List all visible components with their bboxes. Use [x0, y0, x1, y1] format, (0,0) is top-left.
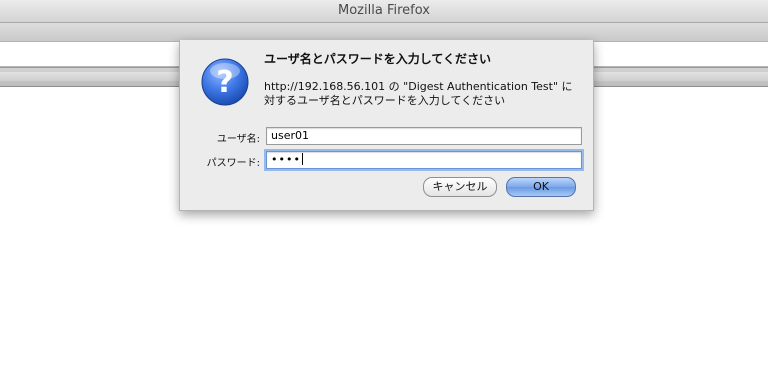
password-value: ••••	[271, 153, 301, 166]
auth-dialog: ? ユーザ名とパスワードを入力してください http://192.168.56.…	[179, 40, 594, 211]
password-label: パスワード:	[206, 158, 260, 169]
dialog-heading: ユーザ名とパスワードを入力してください	[264, 52, 492, 66]
dialog-message-line-2: 対するユーザ名とパスワードを入力してください	[264, 94, 506, 107]
password-field[interactable]: ••••	[266, 151, 582, 169]
username-label: ユーザ名:	[216, 134, 260, 145]
question-icon: ?	[201, 58, 249, 106]
username-value: user01	[271, 129, 309, 142]
text-caret	[301, 153, 303, 165]
cancel-button[interactable]: キャンセル	[423, 177, 497, 197]
ok-button[interactable]: OK	[506, 177, 576, 197]
window-title: Mozilla Firefox	[338, 3, 430, 18]
dialog-message-line-1: http://192.168.56.101 の "Digest Authenti…	[264, 80, 573, 93]
dialog-message: http://192.168.56.101 の "Digest Authenti…	[264, 80, 584, 108]
window-title-bar: Mozilla Firefox	[0, 0, 768, 23]
username-field[interactable]: user01	[266, 127, 582, 145]
svg-text:?: ?	[216, 65, 233, 100]
browser-toolbar	[0, 23, 768, 41]
